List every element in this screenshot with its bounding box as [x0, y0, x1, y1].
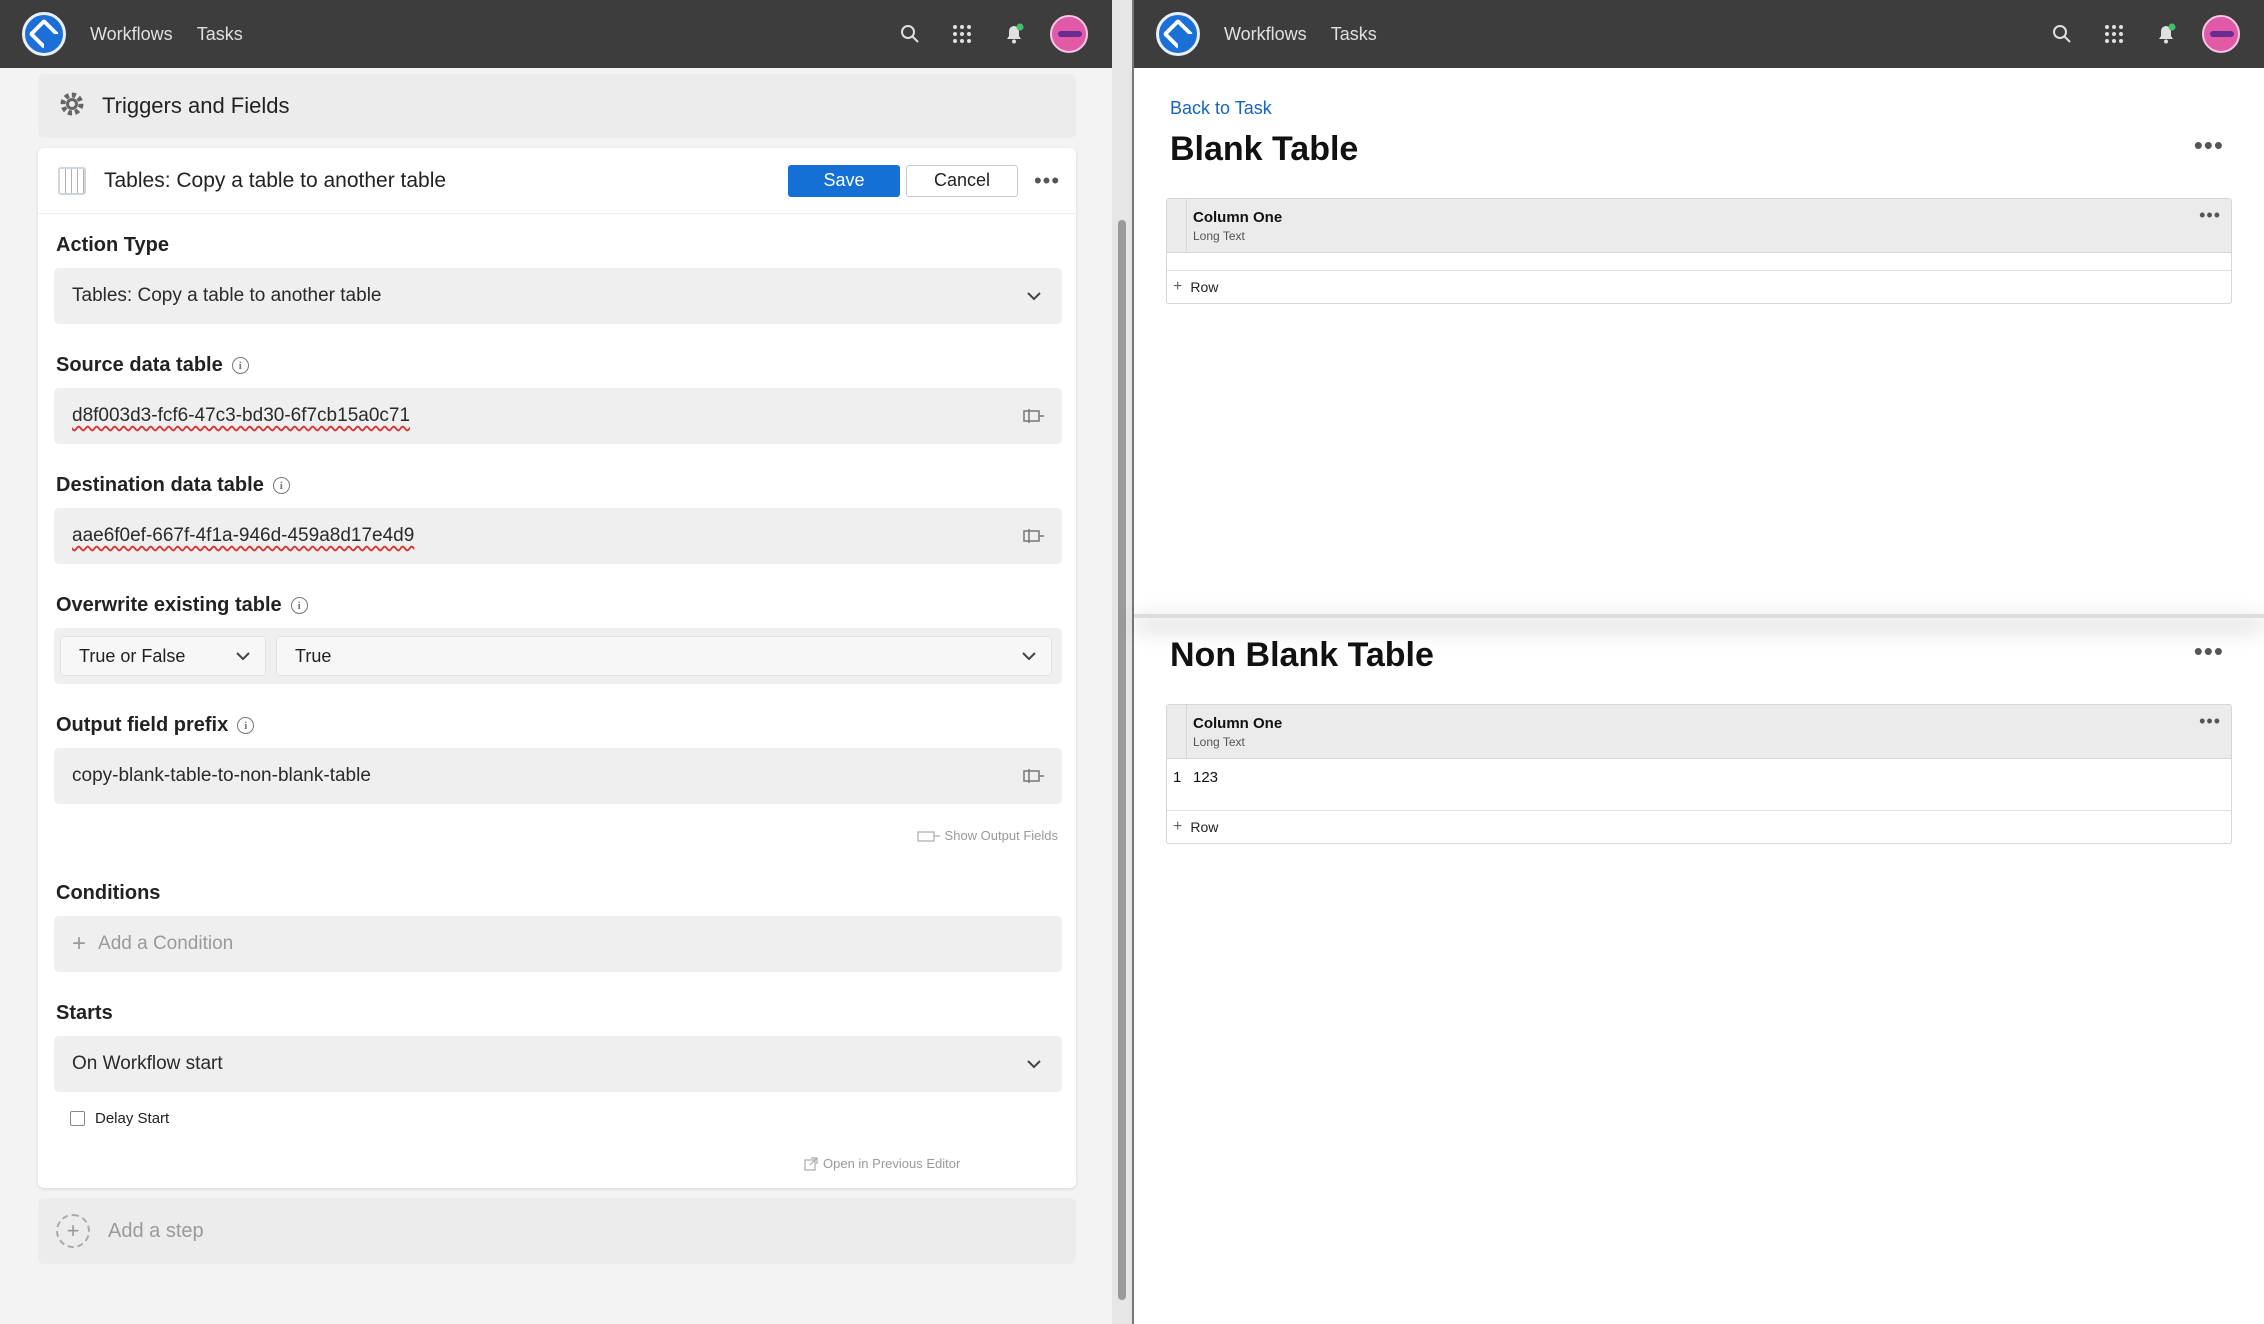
more-options-icon[interactable]: •••: [1018, 168, 1076, 194]
app-logo-icon[interactable]: [22, 12, 66, 56]
section-title: Triggers and Fields: [102, 93, 290, 118]
user-avatar[interactable]: [1050, 15, 1088, 53]
data-tables-pane: Workflows Tasks Back to Task Blank Table…: [1134, 0, 2264, 1324]
overwrite-value-select[interactable]: True: [276, 636, 1052, 676]
more-options-icon[interactable]: •••: [2194, 130, 2224, 161]
column-menu-icon[interactable]: •••: [2199, 711, 2221, 732]
apps-grid-icon[interactable]: [2088, 0, 2140, 68]
step-title: Tables: Copy a table to another table: [104, 168, 447, 192]
column-type: Long Text: [1193, 229, 1245, 243]
nav-tasks[interactable]: Tasks: [197, 24, 243, 45]
cancel-button[interactable]: Cancel: [906, 164, 1018, 197]
column-header[interactable]: Column One Long Text •••: [1167, 199, 2231, 253]
add-row-button[interactable]: + Row: [1167, 271, 2231, 303]
nav-workflows[interactable]: Workflows: [90, 24, 173, 45]
blank-table-grid: Column One Long Text ••• + Row: [1166, 198, 2232, 304]
add-step-button[interactable]: + Add a step: [38, 1198, 1076, 1264]
nav-tasks[interactable]: Tasks: [1331, 24, 1377, 45]
notifications-bell-icon[interactable]: [2140, 0, 2192, 68]
conditions-label: Conditions: [56, 882, 161, 904]
insert-field-icon[interactable]: [1006, 528, 1062, 544]
plus-icon: +: [72, 930, 87, 957]
column-menu-icon[interactable]: •••: [2199, 205, 2221, 226]
value-type-select[interactable]: True or False: [60, 636, 266, 676]
table-icon: [58, 166, 86, 195]
search-icon[interactable]: [2036, 0, 2088, 68]
delay-start-checkbox[interactable]: [70, 1111, 85, 1126]
chevron-down-icon: [1006, 291, 1062, 301]
plus-icon: +: [1173, 278, 1183, 295]
row-number: 1: [1173, 769, 1182, 786]
source-table-value: d8f003d3-fcf6-47c3-bd30-6f7cb15a0c71: [72, 405, 411, 426]
top-nav-bar: Workflows Tasks: [0, 0, 1112, 68]
search-icon[interactable]: [884, 0, 936, 68]
output-fields-icon: [916, 830, 940, 842]
source-table-input[interactable]: d8f003d3-fcf6-47c3-bd30-6f7cb15a0c71: [54, 388, 1062, 444]
overwrite-field: True or False True: [54, 628, 1062, 684]
triggers-and-fields-bar[interactable]: Triggers and Fields: [38, 74, 1076, 138]
action-type-select[interactable]: Tables: Copy a table to another table: [54, 268, 1062, 324]
chevron-down-icon: [221, 651, 265, 661]
info-icon[interactable]: i: [272, 477, 290, 494]
add-step-icon: +: [56, 1214, 90, 1248]
save-button[interactable]: Save: [788, 164, 900, 197]
delay-start-option[interactable]: Delay Start: [70, 1110, 169, 1127]
column-name: Column One: [1193, 715, 1283, 732]
pane-shadow-divider: [1134, 614, 2264, 618]
chevron-down-icon: [1006, 1059, 1062, 1069]
destination-table-label: Destination data table i: [56, 474, 290, 497]
notifications-bell-icon[interactable]: [988, 0, 1040, 68]
output-prefix-input[interactable]: copy-blank-table-to-non-blank-table: [54, 748, 1062, 804]
output-prefix-label: Output field prefix i: [56, 714, 255, 737]
top-nav-bar: Workflows Tasks: [1134, 0, 2264, 68]
step-card: Tables: Copy a table to another table Sa…: [38, 148, 1076, 1188]
action-type-value: Tables: Copy a table to another table: [72, 285, 382, 306]
column-name: Column One: [1193, 209, 1283, 226]
table-row[interactable]: 1 123: [1167, 759, 2231, 811]
column-header[interactable]: Column One Long Text •••: [1167, 705, 2231, 759]
info-icon[interactable]: i: [231, 357, 249, 374]
destination-table-value: aae6f0ef-667f-4f1a-946d-459a8d17e4d9: [72, 525, 415, 546]
info-icon[interactable]: i: [237, 717, 255, 734]
back-to-task-link[interactable]: Back to Task: [1170, 98, 1272, 119]
starts-value: On Workflow start: [72, 1053, 223, 1074]
starts-select[interactable]: On Workflow start: [54, 1036, 1062, 1092]
nav-workflows[interactable]: Workflows: [1224, 24, 1307, 45]
gear-icon: [58, 90, 86, 123]
destination-table-input[interactable]: aae6f0ef-667f-4f1a-946d-459a8d17e4d9: [54, 508, 1062, 564]
add-row-button[interactable]: + Row: [1167, 811, 2231, 843]
starts-label: Starts: [56, 1002, 113, 1024]
app-logo-icon[interactable]: [1156, 12, 1200, 56]
column-type: Long Text: [1193, 735, 1245, 749]
more-options-icon[interactable]: •••: [2194, 636, 2224, 667]
non-blank-table-grid: Column One Long Text ••• 1 123 + Row: [1166, 704, 2232, 844]
user-avatar[interactable]: [2202, 15, 2240, 53]
chevron-down-icon: [1007, 651, 1051, 661]
blank-table-title: Blank Table: [1170, 130, 1359, 168]
show-output-fields-link[interactable]: Show Output Fields: [916, 828, 1058, 843]
add-condition-button[interactable]: + Add a Condition: [54, 916, 1062, 972]
action-type-label: Action Type: [56, 234, 169, 256]
insert-field-icon[interactable]: [1006, 768, 1062, 784]
workflow-editor-pane: Workflows Tasks Triggers and Fields Tabl…: [0, 0, 1112, 1324]
insert-field-icon[interactable]: [1006, 408, 1062, 424]
overwrite-label: Overwrite existing table i: [56, 594, 308, 617]
info-icon[interactable]: i: [290, 597, 308, 614]
output-prefix-value: copy-blank-table-to-non-blank-table: [72, 765, 371, 786]
plus-icon: +: [1173, 818, 1183, 835]
source-table-label: Source data table i: [56, 354, 249, 377]
table-cell[interactable]: 123: [1193, 769, 1218, 786]
external-link-icon: [804, 1156, 818, 1171]
scrollbar-thumb[interactable]: [1118, 220, 1126, 1300]
step-header: Tables: Copy a table to another table Sa…: [38, 148, 1076, 214]
apps-grid-icon[interactable]: [936, 0, 988, 68]
non-blank-table-title: Non Blank Table: [1170, 636, 1434, 674]
open-previous-editor-link[interactable]: Open in Previous Editor: [804, 1156, 960, 1171]
empty-row: [1167, 253, 2231, 271]
